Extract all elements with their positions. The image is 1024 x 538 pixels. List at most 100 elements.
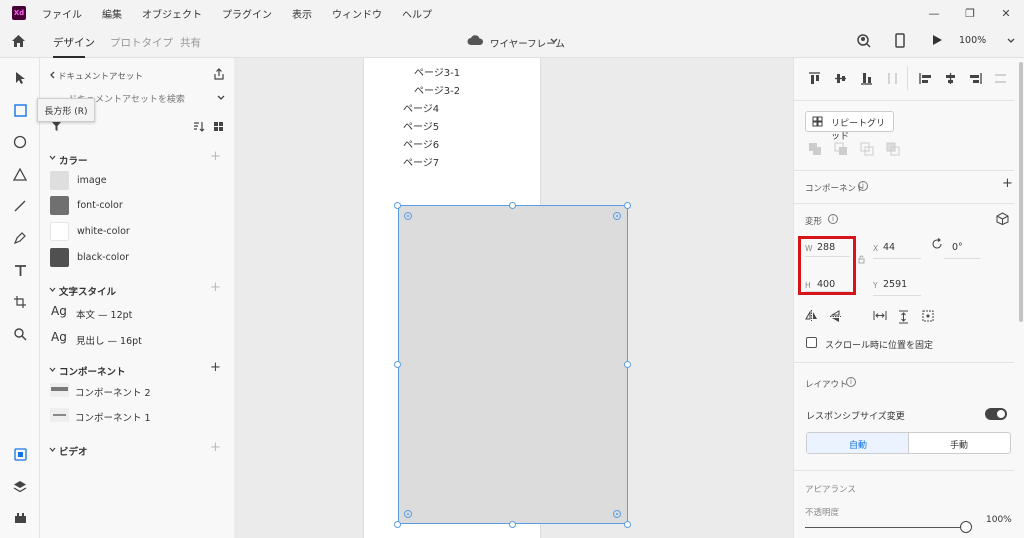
artboard-text-line[interactable]: ページ3-2 xyxy=(414,82,460,97)
menu-object[interactable]: オブジェクト xyxy=(142,6,202,21)
menu-window[interactable]: ウィンドウ xyxy=(332,6,382,21)
flip-horizontal-icon[interactable] xyxy=(805,310,818,321)
text-tool-icon[interactable] xyxy=(10,260,30,280)
colors-collapse-icon[interactable] xyxy=(49,155,56,160)
y-field[interactable]: 2591 xyxy=(883,279,907,290)
add-color-button[interactable]: + xyxy=(210,149,221,164)
lock-aspect-icon[interactable] xyxy=(858,255,865,264)
add-char-style-button[interactable]: + xyxy=(210,280,221,295)
responsive-resize-toggle[interactable] xyxy=(985,408,1007,420)
grid-view-icon[interactable] xyxy=(213,121,224,132)
filter-icon[interactable] xyxy=(51,121,62,132)
color-swatch-white-color[interactable] xyxy=(50,222,69,241)
resize-handle[interactable] xyxy=(509,521,516,528)
resize-handle[interactable] xyxy=(624,202,631,209)
add-component-button[interactable]: + xyxy=(210,360,221,375)
auto-button[interactable]: 自動 xyxy=(807,433,909,453)
zoom-chevron-icon[interactable] xyxy=(1007,38,1015,44)
add-component-plus-icon[interactable]: + xyxy=(1002,176,1013,191)
char-styles-collapse-icon[interactable] xyxy=(49,287,56,292)
align-center-icon[interactable] xyxy=(944,72,957,85)
align-top-icon[interactable] xyxy=(808,72,821,85)
align-bottom-icon[interactable] xyxy=(860,72,873,85)
color-swatch-black-color[interactable] xyxy=(50,248,69,267)
artboard-text-line[interactable]: ページ6 xyxy=(403,136,439,151)
menu-help[interactable]: ヘルプ xyxy=(402,6,432,21)
ellipse-tool-icon[interactable] xyxy=(10,132,30,152)
align-right-icon[interactable] xyxy=(969,72,982,85)
artboard-text-line[interactable]: ページ5 xyxy=(403,118,439,133)
boolean-subtract-icon[interactable] xyxy=(834,142,848,156)
info-icon[interactable]: i xyxy=(828,214,838,224)
opacity-value[interactable]: 100% xyxy=(986,515,1012,525)
polygon-tool-icon[interactable] xyxy=(10,164,30,184)
distribute-horizontal-icon[interactable] xyxy=(994,72,1007,85)
opacity-slider-thumb[interactable] xyxy=(960,521,972,533)
opacity-slider-track[interactable] xyxy=(805,527,965,528)
info-icon[interactable]: i xyxy=(846,377,856,387)
distribute-vertical-icon[interactable] xyxy=(886,72,899,85)
export-icon[interactable] xyxy=(213,68,225,80)
add-video-button[interactable]: + xyxy=(210,440,221,455)
home-icon[interactable] xyxy=(11,34,26,48)
repeat-grid-button[interactable]: リピートグリッド xyxy=(805,111,894,142)
line-tool-icon[interactable] xyxy=(10,196,30,216)
device-preview-icon[interactable] xyxy=(895,33,905,48)
select-tool-icon[interactable] xyxy=(10,68,30,88)
user-share-icon[interactable] xyxy=(856,33,872,49)
fix-scroll-checkbox[interactable] xyxy=(806,337,817,348)
menu-plugin[interactable]: プラグイン xyxy=(222,6,272,21)
close-window-button[interactable]: ✕ xyxy=(988,0,1024,26)
fit-width-icon[interactable] xyxy=(873,310,887,321)
tab-share[interactable]: 共有 xyxy=(180,35,201,50)
minimize-button[interactable]: — xyxy=(916,0,952,26)
color-swatch-image[interactable] xyxy=(50,171,69,190)
resize-handle[interactable] xyxy=(394,521,401,528)
sort-icon[interactable] xyxy=(193,121,205,132)
fit-center-icon[interactable] xyxy=(922,310,934,322)
components-collapse-icon[interactable] xyxy=(49,367,56,372)
artboard-tool-icon[interactable] xyxy=(10,292,30,312)
rotation-field[interactable]: 0° xyxy=(952,242,963,253)
selected-rectangle[interactable] xyxy=(398,205,628,524)
align-middle-icon[interactable] xyxy=(834,72,847,85)
resize-handle[interactable] xyxy=(394,202,401,209)
corner-radius-handle[interactable] xyxy=(404,510,412,518)
zoom-level[interactable]: 100% xyxy=(959,35,986,46)
info-icon[interactable]: i xyxy=(858,181,868,191)
x-field[interactable]: 44 xyxy=(883,242,895,253)
rectangle-tool-icon[interactable] xyxy=(10,100,30,120)
menu-view[interactable]: 表示 xyxy=(292,6,312,21)
plugins-panel-icon[interactable] xyxy=(10,508,30,528)
resize-handle[interactable] xyxy=(509,202,516,209)
boolean-intersect-icon[interactable] xyxy=(860,142,874,156)
manual-button[interactable]: 手動 xyxy=(950,438,968,451)
video-collapse-icon[interactable] xyxy=(49,447,56,452)
artboard-text-line[interactable]: ページ3-1 xyxy=(414,64,460,79)
3d-transform-icon[interactable] xyxy=(996,212,1009,225)
boolean-add-icon[interactable] xyxy=(808,142,822,156)
tab-design[interactable]: デザイン xyxy=(53,35,95,50)
component-label[interactable]: コンポーネント 2 xyxy=(75,385,151,399)
resize-handle[interactable] xyxy=(624,361,631,368)
inspector-scrollbar[interactable] xyxy=(1019,62,1023,322)
corner-radius-handle[interactable] xyxy=(613,212,621,220)
restore-button[interactable]: ❐ xyxy=(952,0,988,26)
design-canvas[interactable]: ページ3-1 ページ3-2 ページ4 ページ5 ページ6 ページ7 xyxy=(234,58,793,538)
corner-radius-handle[interactable] xyxy=(404,212,412,220)
flip-vertical-icon[interactable] xyxy=(830,310,841,323)
assets-panel-icon[interactable] xyxy=(10,444,30,464)
resize-handle[interactable] xyxy=(624,521,631,528)
align-left-icon[interactable] xyxy=(919,72,932,85)
pen-tool-icon[interactable] xyxy=(10,228,30,248)
char-style-label[interactable]: 見出し — 16pt xyxy=(76,333,142,347)
artboard-text-line[interactable]: ページ4 xyxy=(403,100,439,115)
play-icon[interactable] xyxy=(932,34,943,46)
fit-height-icon[interactable] xyxy=(898,310,909,324)
chevron-down-icon[interactable] xyxy=(550,38,558,44)
corner-radius-handle[interactable] xyxy=(613,510,621,518)
search-dropdown-chevron-icon[interactable] xyxy=(217,95,225,101)
color-swatch-font-color[interactable] xyxy=(50,196,69,215)
resize-handle[interactable] xyxy=(394,361,401,368)
boolean-exclude-icon[interactable] xyxy=(886,142,900,156)
